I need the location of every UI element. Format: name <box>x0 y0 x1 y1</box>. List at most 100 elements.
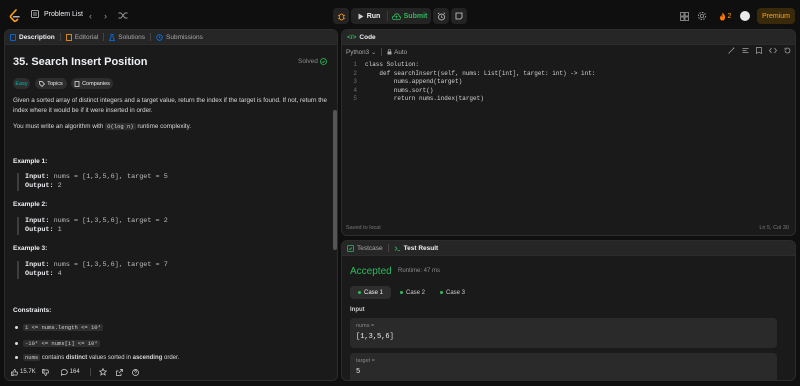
description-scrollbar[interactable] <box>333 110 337 250</box>
code-editor[interactable]: 1 class Solution: 2 def searchInsert(self… <box>342 61 795 104</box>
share-button[interactable] <box>115 368 123 376</box>
bookmark-icon[interactable] <box>756 47 762 54</box>
editor-toolbar: Python3 ⌄ Auto <box>342 45 795 59</box>
submit-button[interactable]: Submit <box>388 8 431 24</box>
example-3-input: nums = [1,3,5,6], target = 7 <box>53 261 168 269</box>
cursor-position: Ln 5, Col 30 <box>759 225 789 231</box>
code-line-2: def searchInsert(self, nums: List[int], … <box>365 69 596 77</box>
input-label: Input: <box>25 173 50 181</box>
timer-button[interactable] <box>433 8 449 24</box>
tab-submissions[interactable]: Submissions <box>151 30 208 45</box>
save-status: Saved to local <box>346 225 381 231</box>
problem-title: 35. Search Insert Position <box>13 56 148 68</box>
question-circle-icon <box>131 368 139 376</box>
streak-counter[interactable]: 2 <box>715 10 735 22</box>
description-footer: 15.7K 164 <box>5 364 337 380</box>
constraint-1: 1 <= nums.length <= 10⁴ <box>15 324 103 331</box>
tab-solutions[interactable]: Solutions <box>104 30 150 45</box>
example-1-heading: Example 1: <box>13 158 48 165</box>
thumbs-down-icon <box>41 368 49 376</box>
debug-button[interactable] <box>333 8 349 24</box>
share-icon <box>115 368 123 376</box>
help-button[interactable] <box>131 368 139 376</box>
constraint-3-text-c: values sorted in <box>88 355 131 361</box>
problem-list-button[interactable]: Problem List <box>31 10 83 18</box>
comment-icon <box>60 368 68 376</box>
var-target-value: 5 <box>356 368 361 376</box>
companies-chip[interactable]: Companies <box>71 78 113 89</box>
case-1-label: Case 1 <box>364 289 384 296</box>
thumbs-up-icon <box>11 368 18 376</box>
tab-testcase-label: Testcase <box>357 244 383 252</box>
case-tab-2[interactable]: Case 2 <box>392 286 433 299</box>
next-problem-icon[interactable]: › <box>104 10 107 22</box>
case-3-label: Case 3 <box>446 289 466 296</box>
like-count: 15.7K <box>20 369 36 375</box>
like-button[interactable]: 15.7K <box>11 368 36 376</box>
companies-label: Companies <box>82 80 110 87</box>
output-label: Output: <box>25 182 54 190</box>
notes-button[interactable] <box>451 8 467 24</box>
tab-editorial-label: Editorial <box>74 33 99 41</box>
constraint-3-text-a: contains <box>41 355 65 361</box>
code-line-5: return nums.index(target) <box>365 95 484 102</box>
favorite-button[interactable] <box>98 368 107 376</box>
cloud-upload-icon <box>391 12 401 20</box>
constraint-3-bold-b: distinct <box>65 355 88 361</box>
language-select[interactable]: Python3 ⌄ <box>346 49 376 56</box>
bug-icon <box>337 13 345 20</box>
var-nums-value: [1,3,5,6] <box>356 333 394 341</box>
premium-button[interactable]: Premium <box>757 8 795 24</box>
star-icon <box>98 368 107 376</box>
case-tab-1[interactable]: Case 1 <box>350 286 392 299</box>
code-brackets-icon: </> <box>347 33 357 41</box>
layout-icon[interactable] <box>678 10 690 22</box>
dislike-button[interactable] <box>41 368 49 376</box>
code-line-3: nums.append(target) <box>365 78 463 85</box>
output-label: Output: <box>25 270 54 278</box>
example-2-output: 1 <box>57 226 62 234</box>
streak-count: 2 <box>727 12 732 20</box>
tab-test-result-label: Test Result <box>403 244 439 252</box>
constraint-1-text: 1 <= nums.length <= 10⁴ <box>23 324 103 331</box>
var-nums-name: nums = <box>356 323 375 329</box>
case-2-label: Case 2 <box>406 289 426 296</box>
avatar[interactable] <box>739 10 751 22</box>
difficulty-badge[interactable]: Easy <box>13 78 30 89</box>
comments-button[interactable]: 164 <box>60 368 80 376</box>
tab-description[interactable]: Description <box>5 30 60 45</box>
example-1-input: nums = [1,3,5,6], target = 5 <box>53 173 168 181</box>
tag-icon <box>39 80 46 87</box>
test-tabs: Testcase Test Result <box>342 241 795 256</box>
problem-statement: Given a sorted array of distinct integer… <box>13 97 327 114</box>
complexity-text-pre: You must write an algorithm with <box>13 123 104 130</box>
tab-editorial[interactable]: Editorial <box>61 30 103 45</box>
comment-count: 164 <box>69 369 80 375</box>
tab-test-result[interactable]: Test Result <box>389 241 444 256</box>
tab-testcase[interactable]: Testcase <box>342 241 388 256</box>
example-2-box: Input: nums = [1,3,5,6], target = 2 Outp… <box>17 217 327 235</box>
settings-gear-icon[interactable] <box>696 10 708 22</box>
topics-chip[interactable]: Topics <box>35 78 67 89</box>
code-brackets-icon[interactable] <box>769 47 777 54</box>
shuffle-icon[interactable] <box>118 11 128 20</box>
prev-problem-icon[interactable]: ‹ <box>89 10 92 22</box>
example-1-box: Input: nums = [1,3,5,6], target = 5 Outp… <box>17 173 327 191</box>
leetcode-logo[interactable] <box>9 9 21 23</box>
magic-wand-icon[interactable] <box>728 47 735 54</box>
building-icon <box>74 80 80 87</box>
reset-icon[interactable] <box>784 47 791 54</box>
auto-mode[interactable]: Auto <box>387 49 407 56</box>
run-button[interactable]: Run <box>351 8 387 24</box>
format-code-icon[interactable] <box>742 47 749 54</box>
example-2-input: nums = [1,3,5,6], target = 2 <box>53 217 168 225</box>
case-tab-3[interactable]: Case 3 <box>432 286 473 299</box>
input-label: Input: <box>25 261 50 269</box>
topics-label: Topics <box>47 80 63 87</box>
code-tabs: </> Code <box>342 30 795 45</box>
check-circle-icon <box>319 58 327 65</box>
tab-code[interactable]: </> Code <box>342 30 381 45</box>
list-icon <box>31 10 39 18</box>
book-icon <box>65 33 72 41</box>
lock-icon <box>387 49 392 55</box>
